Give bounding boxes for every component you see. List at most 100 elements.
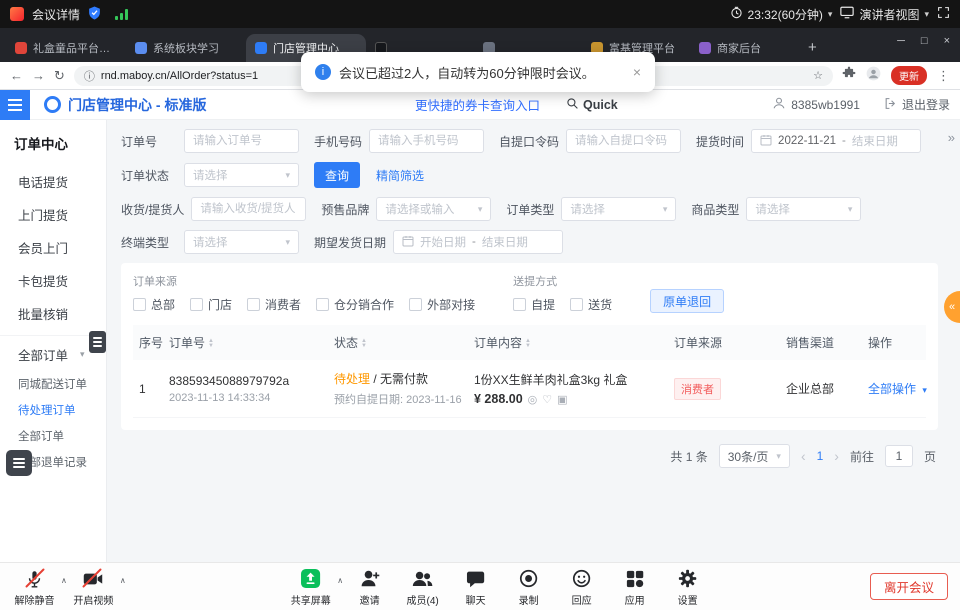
- settings-button[interactable]: 设置: [661, 568, 714, 607]
- browser-update-badge[interactable]: 更新: [891, 66, 927, 85]
- search-button[interactable]: 查询: [314, 162, 360, 188]
- start-date-placeholder: 开始日期: [420, 234, 466, 250]
- sidebar-collapse-handle[interactable]: [89, 331, 106, 353]
- col-source: 订单来源: [668, 325, 780, 360]
- back-icon[interactable]: ←: [10, 69, 23, 82]
- toast-text: 会议已超过2人，自动转为60分钟限时会议。: [339, 63, 595, 82]
- col-content[interactable]: 订单内容▲▼: [468, 325, 668, 360]
- row-action-dropdown[interactable]: 全部操作 ▾: [868, 382, 927, 396]
- prev-page-icon[interactable]: ‹: [801, 448, 806, 464]
- chat-button[interactable]: 聊天: [449, 568, 502, 607]
- logout-button[interactable]: 退出登录: [884, 96, 950, 113]
- meeting-timer[interactable]: 23:32(60分钟) ▾: [730, 6, 833, 23]
- toast-close-icon[interactable]: ×: [633, 64, 641, 80]
- browser-tab-1[interactable]: 礼盒童品平台管理中心: [6, 34, 126, 62]
- sidebar-item-all-orders[interactable]: 全部订单: [0, 423, 106, 449]
- share-screen-button[interactable]: 共享屏幕: [284, 568, 337, 607]
- reactions-button[interactable]: 回应: [555, 568, 608, 607]
- browser-tab-2[interactable]: 系统板块学习: [126, 34, 246, 62]
- status-badge: 待处理: [334, 372, 370, 386]
- site-info-icon[interactable]: ⓘ: [84, 68, 95, 84]
- header-center: 更快捷的券卡查询入口 Quick: [415, 95, 618, 114]
- members-button[interactable]: 成员(4): [396, 568, 449, 607]
- cell-status: 待处理 / 无需付款 预约自提日期: 2023-11-16: [328, 360, 468, 418]
- order-no-input[interactable]: [184, 129, 299, 153]
- camera-options-chevron-icon[interactable]: ∧: [120, 576, 126, 585]
- presale-brand-select[interactable]: 请选择或输入 ▾: [376, 197, 491, 221]
- menu-hamburger-button[interactable]: [0, 90, 30, 120]
- floating-list-button[interactable]: [6, 450, 32, 476]
- bookmark-star-icon[interactable]: ☆: [813, 69, 823, 82]
- checkbox-self-pickup[interactable]: 自提: [513, 296, 555, 313]
- sidebar-item-pending-orders[interactable]: 待处理订单: [0, 397, 106, 423]
- phone-input[interactable]: [369, 129, 484, 153]
- quick-search[interactable]: Quick: [566, 97, 618, 113]
- fullscreen-button[interactable]: [937, 6, 950, 22]
- meeting-toolbar: 解除静音 ∧ 开启视频 ∧ 共享屏幕 ∧ 邀请: [0, 562, 960, 610]
- filter-collapse-icon[interactable]: »: [948, 130, 954, 145]
- new-tab-button[interactable]: +: [808, 39, 817, 56]
- extensions-puzzle-icon[interactable]: [842, 66, 856, 85]
- checkbox-hq[interactable]: 总部: [133, 296, 175, 313]
- pickup-date-range[interactable]: 2022-11-21 - 结束日期: [751, 129, 921, 153]
- original-order-return-button[interactable]: 原单退回: [650, 289, 724, 313]
- main-content: » 订单号 手机号码 自提口令码 提货时间 2022-11-21 - 结束日期: [107, 120, 960, 562]
- sidebar-item-door-pickup[interactable]: 上门提货: [0, 198, 106, 231]
- window-minimize-icon[interactable]: ─: [897, 35, 905, 47]
- receiver-input[interactable]: [191, 197, 306, 221]
- sort-icon[interactable]: ▲▼: [208, 339, 214, 349]
- select-placeholder: 请选择: [193, 167, 228, 183]
- apps-button[interactable]: 应用: [608, 568, 661, 607]
- checkbox-external[interactable]: 外部对接: [409, 296, 475, 313]
- sort-icon[interactable]: ▲▼: [525, 339, 531, 349]
- record-button[interactable]: 录制: [502, 568, 555, 607]
- apps-label: 应用: [625, 592, 645, 607]
- sidebar-item-member-visit[interactable]: 会员上门: [0, 231, 106, 264]
- checkbox-warehouse-coop[interactable]: 仓分销合作: [316, 296, 394, 313]
- next-page-icon[interactable]: ›: [834, 448, 839, 464]
- browser-profile-avatar[interactable]: [866, 66, 881, 86]
- checkbox-store[interactable]: 门店: [190, 296, 232, 313]
- page-size-select[interactable]: 30条/页 ▾: [719, 444, 790, 468]
- reload-icon[interactable]: ↻: [54, 69, 65, 82]
- goods-type-select[interactable]: 请选择 ▾: [746, 197, 861, 221]
- filter-row-3: 收货/提货人 预售品牌 请选择或输入 ▾ 订单类型 请选择 ▾ 商品类型 请选择…: [121, 197, 938, 221]
- sidebar-item-city-delivery-orders[interactable]: 同城配送订单: [0, 371, 106, 397]
- checkbox-label: 消费者: [265, 296, 301, 313]
- forward-icon[interactable]: →: [32, 69, 45, 82]
- user-account[interactable]: 8385wb1991: [772, 96, 860, 113]
- expect-ship-date-range[interactable]: 开始日期 - 结束日期: [393, 230, 563, 254]
- sort-icon[interactable]: ▲▼: [361, 339, 367, 349]
- sidebar-item-phone-pickup[interactable]: 电话提货: [0, 165, 106, 198]
- coupon-query-link[interactable]: 更快捷的券卡查询入口: [415, 95, 540, 114]
- browser-menu-icon[interactable]: ⋮: [937, 69, 950, 82]
- tab-title: 商家后台: [717, 40, 761, 56]
- col-status[interactable]: 状态▲▼: [328, 325, 468, 360]
- meeting-details-button[interactable]: 会议详情: [32, 6, 80, 23]
- simple-filter-link[interactable]: 精简筛选: [376, 167, 424, 184]
- select-placeholder: 请选择: [755, 201, 790, 217]
- order-status-select[interactable]: 请选择 ▾: [184, 163, 299, 187]
- window-close-icon[interactable]: ×: [944, 35, 950, 47]
- current-page[interactable]: 1: [817, 449, 824, 463]
- leave-meeting-button[interactable]: 离开会议: [870, 573, 948, 600]
- pickup-end-date-placeholder: 结束日期: [852, 133, 898, 149]
- window-maximize-icon[interactable]: □: [921, 35, 928, 47]
- col-order-no[interactable]: 订单号▲▼: [163, 325, 328, 360]
- chevron-down-icon: ▾: [776, 451, 781, 462]
- invite-button[interactable]: 邀请: [343, 568, 396, 607]
- sidebar-item-batch-verify[interactable]: 批量核销: [0, 297, 106, 330]
- start-video-button[interactable]: 开启视频: [67, 568, 120, 607]
- sidebar-item-card-pickup[interactable]: 卡包提货: [0, 264, 106, 297]
- terminal-type-select[interactable]: 请选择 ▾: [184, 230, 299, 254]
- checkbox-delivery[interactable]: 送货: [570, 296, 612, 313]
- checkbox-label: 送货: [588, 296, 612, 313]
- view-mode-switcher[interactable]: 演讲者视图 ▾: [840, 6, 929, 23]
- browser-tab-7[interactable]: 商家后台: [690, 34, 798, 62]
- select-placeholder: 请选择或输入: [385, 201, 454, 217]
- checkbox-consumer[interactable]: 消费者: [247, 296, 301, 313]
- pickup-code-input[interactable]: [566, 129, 681, 153]
- order-type-select[interactable]: 请选择 ▾: [561, 197, 676, 221]
- goto-page-input[interactable]: [885, 445, 913, 467]
- unmute-button[interactable]: 解除静音: [8, 568, 61, 607]
